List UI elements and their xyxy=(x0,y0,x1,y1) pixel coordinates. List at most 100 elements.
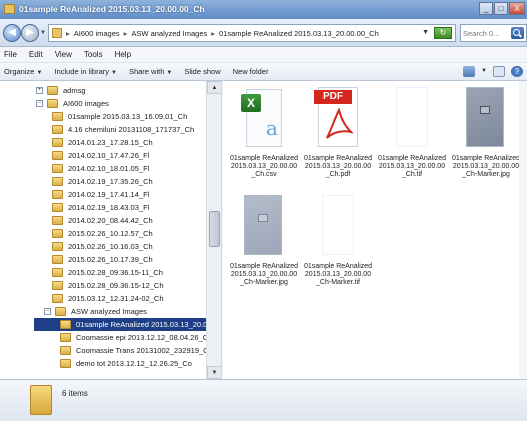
address-bar[interactable]: ▸ AI600 images ▸ ASW analyzed Images ▸ 0… xyxy=(48,24,456,42)
folder-icon xyxy=(52,216,63,225)
menu-help[interactable]: Help xyxy=(115,50,131,59)
image-file-icon xyxy=(396,87,428,147)
slide-show-button[interactable]: Slide show xyxy=(184,67,220,76)
search-input[interactable] xyxy=(463,27,509,39)
file-item[interactable]: 01sample ReAnalized 2015.03.13_20.00.00_… xyxy=(451,85,521,215)
breadcrumb-separator-icon[interactable]: ▸ xyxy=(211,29,215,38)
excel-csv-icon: X a xyxy=(241,89,282,147)
image-preview xyxy=(466,87,504,147)
menu-file[interactable]: File xyxy=(4,50,17,59)
file-list[interactable]: X a 01sample ReAnalized 2015.03.13_20.00… xyxy=(223,81,527,379)
include-in-library-button[interactable]: Include in library ▼ xyxy=(54,67,117,76)
tree-label: 2014.02.19_17.41.14_Fl xyxy=(68,190,150,199)
file-thumbnail xyxy=(458,85,514,151)
tree-item[interactable]: 2014.01.23_17.28.15_Ch xyxy=(52,136,153,149)
back-button[interactable]: ◀ xyxy=(3,24,21,42)
tree-item[interactable]: 2015.03.12_12.31.24-02_Ch xyxy=(52,292,164,305)
address-dropdown-icon[interactable]: ▼ xyxy=(422,29,429,36)
tree-label: 2015.02.26_10.17.39_Ch xyxy=(68,255,153,264)
tree-item[interactable]: 4.16 chemiluni 20131108_171737_Ch xyxy=(52,123,194,136)
file-item[interactable]: 01sample ReAnalized 2015.03.13_20.00.00_… xyxy=(229,193,299,323)
folder-icon xyxy=(60,346,71,355)
folder-icon xyxy=(47,99,58,108)
tree-label: 2015.02.28_09.36.15-11_Ch xyxy=(68,268,163,277)
maximize-button[interactable]: □ xyxy=(494,2,508,15)
menu-tools[interactable]: Tools xyxy=(84,50,103,59)
details-pane: 6 items xyxy=(0,379,527,421)
tree-label: Coomassie Trans 20131002_232919_Co xyxy=(76,346,213,355)
tree-label: 2015.03.12_12.31.24-02_Ch xyxy=(68,294,164,303)
scrollbar-thumb[interactable] xyxy=(209,211,220,247)
scroll-down-icon[interactable]: ▼ xyxy=(207,366,221,379)
scroll-up-icon[interactable]: ▲ xyxy=(207,81,221,94)
tree-label: 2015.02.26_10.16.03_Ch xyxy=(68,242,153,251)
help-icon[interactable]: ? xyxy=(511,66,523,77)
navigation-pane[interactable]: + admsg − AI600 images 01sample 2015.03.… xyxy=(0,81,222,379)
folder-icon xyxy=(52,190,63,199)
tree-item[interactable]: Coomassie Trans 20131002_232919_Co xyxy=(60,344,213,357)
tree-item[interactable]: 01sample 2015.03.13_16.09.01_Ch xyxy=(52,110,187,123)
search-box[interactable] xyxy=(460,24,527,42)
tree-item[interactable]: 2015.02.26_10.17.39_Ch xyxy=(52,253,153,266)
breadcrumb-item[interactable]: ASW analyzed Images xyxy=(131,29,207,38)
pdf-badge: PDF xyxy=(314,90,352,104)
tree-item[interactable]: 2015.02.26_10.16.03_Ch xyxy=(52,240,153,253)
chevron-down-icon[interactable]: ▼ xyxy=(481,66,487,77)
tree-item[interactable]: 2015.02.28_09.36.15-11_Ch xyxy=(52,266,163,279)
menu-edit[interactable]: Edit xyxy=(29,50,43,59)
file-name: 01sample ReAnalized 2015.03.13_20.00.00_… xyxy=(451,155,521,178)
address-row: ◀ ▶ ▼ ▸ AI600 images ▸ ASW analyzed Imag… xyxy=(0,19,527,47)
folder-icon xyxy=(4,4,15,14)
content-scrollbar[interactable] xyxy=(519,81,527,379)
tree-item[interactable]: 2014.02.19_17.35.26_Ch xyxy=(52,175,153,188)
tree-item[interactable]: 2014.02.10_17.47.26_Fl xyxy=(52,149,149,162)
organize-label: Organize xyxy=(4,67,35,76)
tree-item[interactable]: 2014.02.19_17.41.14_Fl xyxy=(52,188,149,201)
tree-item-asw-analyzed-images[interactable]: − ASW analyzed Images xyxy=(44,305,147,318)
refresh-button[interactable]: ↻ xyxy=(434,27,452,39)
tree-item[interactable]: 2014.02.10_18.01.05_Fl xyxy=(52,162,149,175)
views-icon[interactable] xyxy=(463,66,475,77)
menu-view[interactable]: View xyxy=(55,50,72,59)
search-icon[interactable] xyxy=(511,27,524,39)
expand-icon[interactable]: + xyxy=(36,87,43,94)
folder-icon xyxy=(52,112,63,121)
breadcrumb-separator-icon[interactable]: ▸ xyxy=(66,29,70,38)
breadcrumb-item[interactable]: 01sample ReAnalized 2015.03.13_20.00.00_… xyxy=(219,29,379,38)
item-count: 6 items xyxy=(62,389,88,398)
tree-item-ai600-images[interactable]: − AI600 images xyxy=(36,97,109,110)
minimize-button[interactable]: _ xyxy=(479,2,493,15)
tree-item[interactable]: Coomassie epi 2013.12.12_08.04.26_Co xyxy=(60,331,212,344)
share-with-button[interactable]: Share with ▼ xyxy=(129,67,172,76)
tree-item[interactable]: 2015.02.26_10.12.57_Ch xyxy=(52,227,153,240)
image-preview xyxy=(244,195,282,255)
file-item[interactable]: 01sample ReAnalized 2015.03.13_20.00.00_… xyxy=(377,85,447,215)
tree-item[interactable]: 2015.02.28_09.36.15-12_Ch xyxy=(52,279,164,292)
file-thumbnail: X a xyxy=(236,85,292,151)
file-item[interactable]: 01sample ReAnalized 2015.03.13_20.00.00_… xyxy=(303,193,373,323)
forward-button[interactable]: ▶ xyxy=(21,24,39,42)
tree-item[interactable]: 2014.02.20_08.44.42_Ch xyxy=(52,214,153,227)
folder-icon xyxy=(55,307,66,316)
new-folder-button[interactable]: New folder xyxy=(233,67,269,76)
breadcrumb-separator-icon[interactable]: ▸ xyxy=(124,29,128,38)
folder-icon xyxy=(60,359,71,368)
organize-button[interactable]: Organize ▼ xyxy=(4,67,42,76)
tree-item[interactable]: 2014.02.19_18.43.03_Fl xyxy=(52,201,149,214)
tree-item[interactable]: demo tot 2013.12.12_12.26.25_Co xyxy=(60,357,192,370)
recent-pages-icon[interactable]: ▼ xyxy=(40,30,46,36)
share-with-label: Share with xyxy=(128,67,165,76)
tree-item-selected[interactable]: 01sample ReAnalized 2015.03.13_20.00. xyxy=(34,318,214,331)
tree-label: 2014.01.23_17.28.15_Ch xyxy=(68,138,153,147)
tree-label: 2014.02.19_17.35.26_Ch xyxy=(68,177,153,186)
tree-label: Coomassie epi 2013.12.12_08.04.26_Co xyxy=(76,333,213,342)
navigation-scrollbar[interactable]: ▲ ▼ xyxy=(206,81,221,379)
tree-item-admsg[interactable]: + admsg xyxy=(36,84,86,97)
close-button[interactable]: X xyxy=(509,2,525,15)
preview-pane-icon[interactable] xyxy=(493,66,505,77)
collapse-icon[interactable]: − xyxy=(36,100,43,107)
folder-icon xyxy=(60,333,71,342)
title-bar[interactable]: 01sample ReAnalized 2015.03.13_20.00.00_… xyxy=(0,0,527,19)
collapse-icon[interactable]: − xyxy=(44,308,51,315)
breadcrumb-item[interactable]: AI600 images xyxy=(74,29,120,38)
